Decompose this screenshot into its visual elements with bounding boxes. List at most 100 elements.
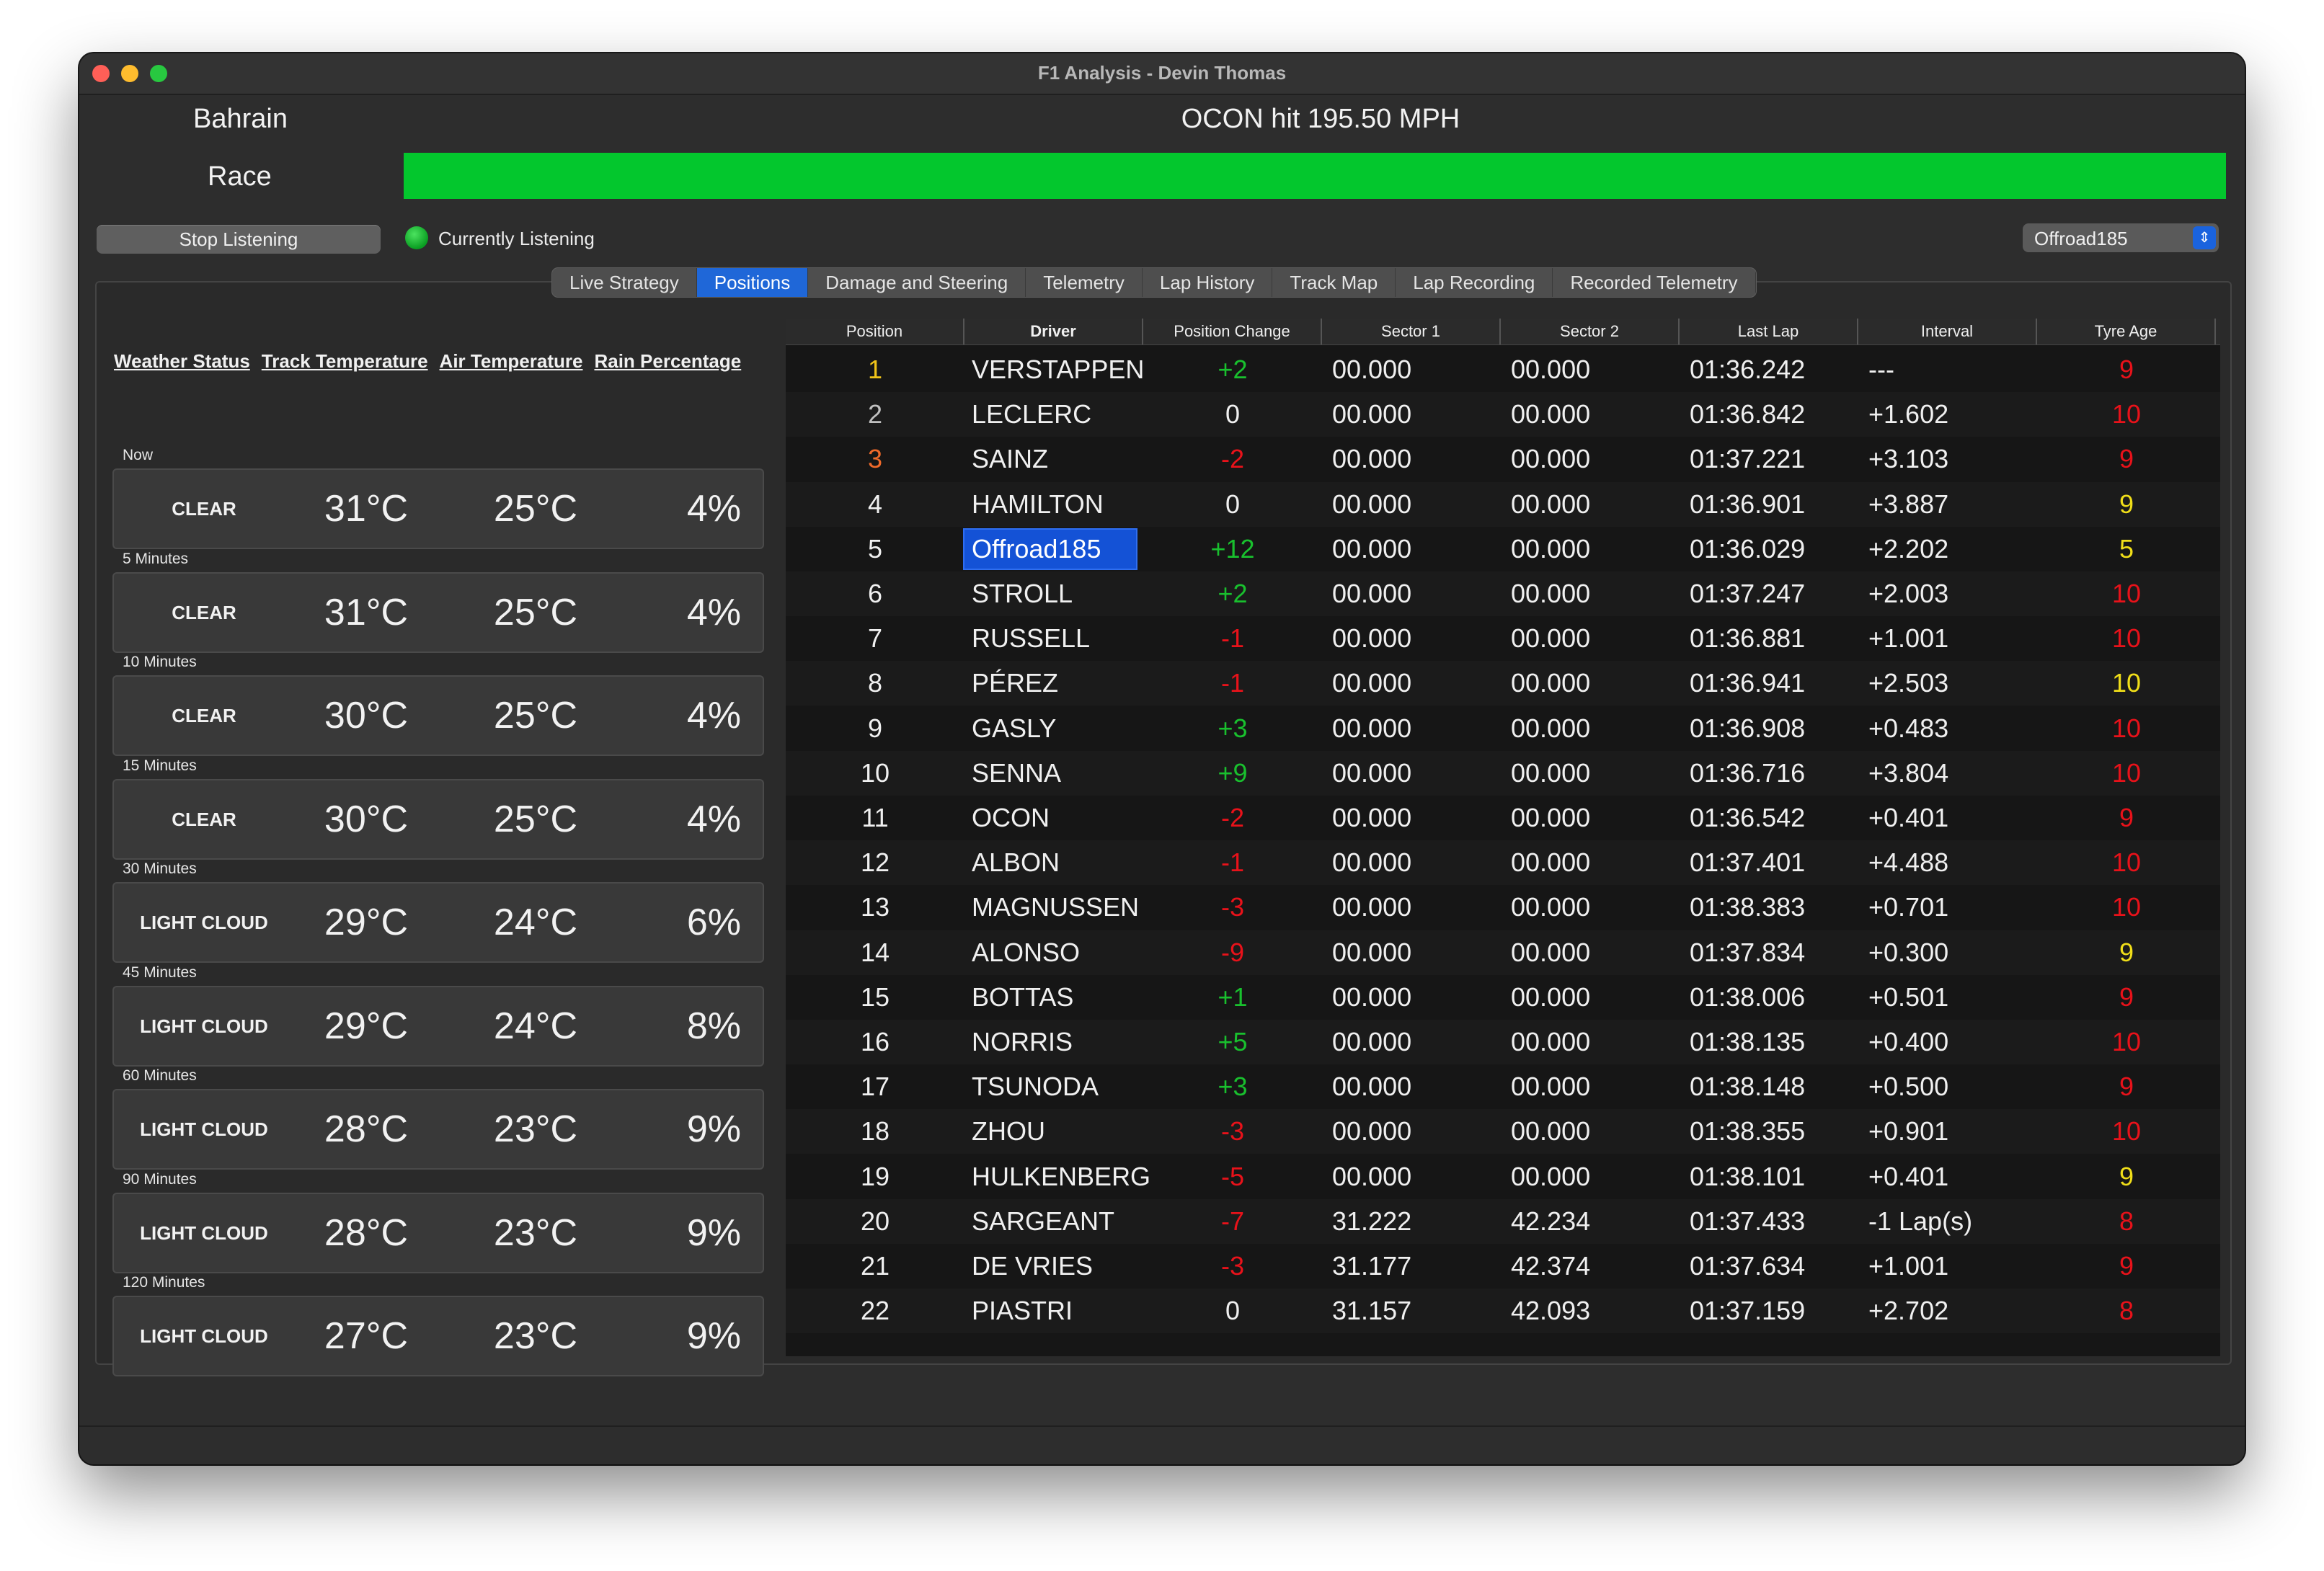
forecast-condition: CLEAR (172, 601, 236, 623)
sector2-cell: 42.374 (1511, 1251, 1591, 1281)
forecast-time-label: 90 Minutes (123, 1170, 197, 1188)
table-row[interactable]: 13 MAGNUSSEN -3 00.000 00.000 01:38.383 +0.701… (786, 885, 2220, 930)
forecast-box: CLEAR 31°C 25°C 4% (112, 571, 764, 653)
forecast-condition: LIGHT CLOUD (140, 1221, 268, 1244)
table-row[interactable]: 2 LECLERC 0 00.000 00.000 01:36.842 +1.602 10 (786, 392, 2220, 437)
forecast-box: LIGHT CLOUD 29°C 24°C 6% (112, 882, 764, 963)
forecast-air-temp: 24°C (493, 902, 578, 943)
sector1-cell: 00.000 (1332, 757, 1412, 788)
column-header-position-change[interactable]: Position Change (1143, 319, 1322, 344)
driver-cell: NORRIS (972, 1027, 1073, 1056)
sector2-cell: 00.000 (1511, 937, 1591, 967)
driver-cell: HULKENBERG (972, 1161, 1151, 1191)
tab-telemetry[interactable]: Telemetry (1026, 268, 1143, 297)
sector1-cell: 00.000 (1332, 1027, 1412, 1056)
table-row[interactable]: 6 STROLL +2 00.000 00.000 01:37.247 +2.003 10 (786, 571, 2220, 616)
interval-cell: +0.401 (1868, 1161, 1949, 1191)
table-row[interactable]: 21 DE VRIES -3 31.177 42.374 01:37.634 +1.001 9 (786, 1244, 2220, 1289)
tyre-age-cell: 10 (2111, 623, 2142, 654)
table-row[interactable]: 14 ALONSO -9 00.000 00.000 01:37.834 +0.300 9 (786, 930, 2220, 975)
position-change-cell: 0 (1225, 1296, 1241, 1326)
table-row[interactable]: 22 PIASTRI 0 31.157 42.093 01:37.159 +2.702 8 (786, 1289, 2220, 1334)
table-row[interactable]: 1 VERSTAPPEN +2 00.000 00.000 01:36.242 --- 9 (786, 347, 2220, 392)
table-row[interactable]: 18 ZHOU -3 00.000 00.000 01:38.355 +0.901 10 (786, 1109, 2220, 1154)
tab-positions[interactable]: Positions (696, 268, 809, 297)
interval-cell: +1.001 (1868, 1251, 1949, 1281)
sector2-cell: 00.000 (1511, 892, 1591, 922)
forecast-time-label: 120 Minutes (123, 1274, 205, 1291)
driver-cell: SENNA (972, 757, 1062, 788)
table-row[interactable]: 11 OCON -2 00.000 00.000 01:36.542 +0.401 9 (786, 796, 2220, 840)
column-header-last-lap[interactable]: Last Lap (1680, 319, 1858, 344)
weather-header-air-temperature: Air Temperature (439, 350, 583, 372)
forecast-track-temp: 30°C (324, 798, 409, 840)
tyre-age-cell: 5 (2119, 533, 2134, 564)
driver-cell: HAMILTON (972, 489, 1104, 519)
last-lap-cell: 01:36.242 (1690, 355, 1806, 384)
tab-damage-and-steering[interactable]: Damage and Steering (808, 268, 1026, 297)
table-row[interactable]: 15 BOTTAS +1 00.000 00.000 01:38.006 +0.501 9 (786, 974, 2220, 1020)
tab-lap-recording[interactable]: Lap Recording (1396, 268, 1553, 297)
status-bar (79, 1425, 2245, 1464)
position-cell: 4 (867, 489, 883, 519)
tyre-age-cell: 9 (2119, 803, 2134, 832)
forecast-rain: 6% (686, 902, 741, 943)
table-row[interactable]: 7 RUSSELL -1 00.000 00.000 01:36.881 +1.001 10 (786, 616, 2220, 662)
tab-lap-history[interactable]: Lap History (1143, 268, 1273, 297)
table-row[interactable]: 19 HULKENBERG -5 00.000 00.000 01:38.101 +0.40… (786, 1154, 2220, 1199)
table-row[interactable]: 4 HAMILTON 0 00.000 00.000 01:36.901 +3.887 9 (786, 481, 2220, 527)
column-header-sector-1[interactable]: Sector 1 (1322, 319, 1501, 344)
position-change-cell: -9 (1220, 937, 1244, 967)
table-row[interactable]: 10 SENNA +9 00.000 00.000 01:36.716 +3.804 10 (786, 750, 2220, 796)
tab-track-map[interactable]: Track Map (1272, 268, 1396, 297)
table-row[interactable]: 17 TSUNODA +3 00.000 00.000 01:38.148 +0.500 9 (786, 1064, 2220, 1110)
column-header-sector-2[interactable]: Sector 2 (1501, 319, 1680, 344)
column-header-position[interactable]: Position (786, 319, 964, 344)
tab-live-strategy[interactable]: Live Strategy (552, 268, 697, 297)
forecast-air-temp: 25°C (493, 591, 578, 633)
table-row[interactable]: 9 GASLY +3 00.000 00.000 01:36.908 +0.483 10 (786, 706, 2220, 751)
forecast-air-temp: 23°C (493, 1211, 578, 1254)
forecast-track-temp: 27°C (324, 1315, 409, 1357)
sector2-cell: 00.000 (1511, 713, 1591, 743)
last-lap-cell: 01:36.716 (1690, 757, 1806, 788)
position-cell: 10 (860, 757, 890, 788)
position-change-cell: -3 (1220, 1116, 1244, 1147)
forecast-item: 90 Minutes LIGHT CLOUD 28°C 23°C 9% (112, 1170, 764, 1273)
weather-header-rain-percentage: Rain Percentage (594, 350, 742, 372)
tab-recorded-telemetry[interactable]: Recorded Telemetry (1553, 268, 1756, 297)
position-cell: 19 (860, 1161, 890, 1191)
driver-select[interactable]: Offroad185 ⇕ (2023, 223, 2219, 252)
race-progress-fill (404, 153, 2226, 199)
table-row[interactable]: 16 NORRIS +5 00.000 00.000 01:38.135 +0.400 10 (786, 1020, 2220, 1064)
last-lap-cell: 01:36.842 (1690, 399, 1806, 430)
weather-header-weather-status: Weather Status (114, 350, 250, 372)
forecast-rain: 4% (686, 488, 741, 530)
position-change-cell: -7 (1220, 1206, 1244, 1236)
column-header-driver[interactable]: Driver (964, 319, 1143, 344)
window-title: F1 Analysis - Devin Thomas (1037, 62, 1287, 84)
table-row[interactable]: 5 Offroad185 +12 00.000 00.000 01:36.029 +2.20… (786, 526, 2220, 571)
table-row[interactable]: 12 ALBON -1 00.000 00.000 01:37.401 +4.488 10 (786, 840, 2220, 886)
driver-cell: MAGNUSSEN (972, 892, 1140, 922)
table-row[interactable]: 8 PÉREZ -1 00.000 00.000 01:36.941 +2.503 10 (786, 661, 2220, 706)
stop-listening-button[interactable]: Stop Listening (97, 225, 381, 254)
position-change-cell: -1 (1220, 668, 1244, 698)
position-cell: 8 (867, 668, 883, 698)
sector1-cell: 00.000 (1332, 1072, 1412, 1102)
interval-cell: +4.488 (1868, 847, 1949, 878)
column-header-tyre-age[interactable]: Tyre Age (2037, 319, 2216, 344)
last-lap-cell: 01:36.029 (1690, 533, 1806, 564)
position-cell: 2 (867, 399, 883, 430)
last-lap-cell: 01:38.355 (1690, 1116, 1806, 1147)
position-change-cell: +5 (1218, 1027, 1248, 1056)
driver-cell: ALBON (972, 847, 1060, 878)
sector2-cell: 00.000 (1511, 1072, 1591, 1102)
table-row[interactable]: 3 SAINZ -2 00.000 00.000 01:37.221 +3.103 9 (786, 437, 2220, 482)
forecast-air-temp: 23°C (493, 1315, 578, 1357)
interval-cell: -1 Lap(s) (1868, 1206, 1973, 1236)
table-row[interactable]: 20 SARGEANT -7 31.222 42.234 01:37.433 -1 Lap(… (786, 1198, 2220, 1244)
column-header-interval[interactable]: Interval (1858, 319, 2037, 344)
position-cell: 22 (860, 1296, 890, 1326)
position-cell: 21 (860, 1251, 890, 1281)
